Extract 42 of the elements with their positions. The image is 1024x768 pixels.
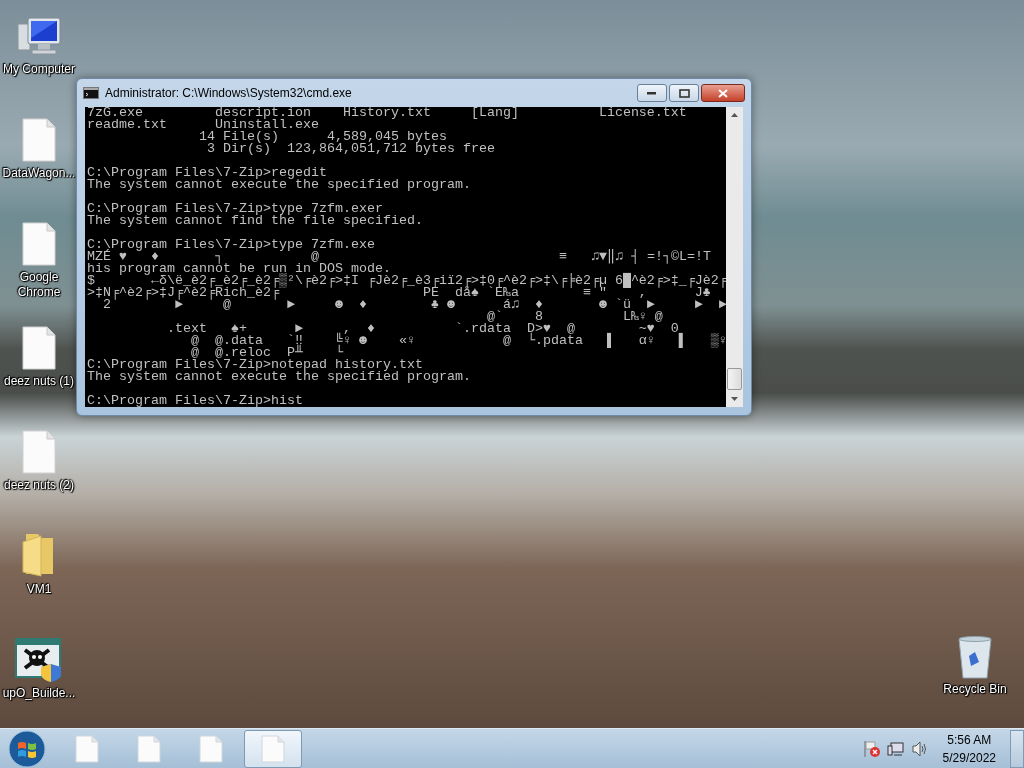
console-line: @` 8 L₧♀ @ <box>486 309 663 324</box>
scroll-thumb[interactable] <box>727 368 742 390</box>
vertical-scrollbar[interactable] <box>726 107 743 407</box>
console-line: 14 File(s) 4,589,045 bytes <box>197 129 447 144</box>
taskbar-button[interactable] <box>244 729 302 768</box>
document-icon <box>137 734 161 763</box>
start-button[interactable] <box>8 729 46 768</box>
maximize-icon <box>678 88 690 98</box>
recycle-bin-icon[interactable] <box>957 636 993 680</box>
speaker-icon[interactable] <box>910 739 929 758</box>
close-icon <box>718 88 728 98</box>
console-line: C:\Program Files\7-Zip>type 7zfm.exer <box>87 201 383 216</box>
clock-time: 5:56 AM <box>947 731 992 749</box>
icon-label[interactable]: VM1 <box>26 582 52 597</box>
document-icon[interactable] <box>22 118 56 162</box>
document-icon <box>261 734 285 763</box>
minimize-button[interactable] <box>637 84 667 102</box>
maximize-button[interactable] <box>669 84 699 102</box>
document-icon <box>199 734 223 763</box>
console-line: C:\Program Files\7-Zip>type 7zfm.exe <box>87 237 375 252</box>
icon-label[interactable]: My Computer <box>3 62 75 77</box>
network-icon[interactable] <box>886 739 905 758</box>
document-icon <box>75 734 99 763</box>
window-title: Administrator: C:\Windows\System32\cmd.exe <box>105 86 353 100</box>
close-button[interactable] <box>701 84 745 102</box>
console-line: C:\Program Files\7-Zip>notepad history.txt <box>87 357 423 372</box>
flag-error-icon[interactable] <box>862 739 881 758</box>
icon-label[interactable]: Google Chrome <box>1 270 77 300</box>
console-icon <box>83 87 99 99</box>
icon-label[interactable]: upO_Builde... <box>2 686 76 701</box>
folder-icon[interactable] <box>22 532 56 578</box>
minimize-icon <box>647 91 657 95</box>
console-line: 7zG.exe descript.ion History.txt [Lang] License.txt <box>87 107 687 120</box>
icon-label[interactable]: Recycle Bin <box>943 682 1007 697</box>
console-line: C:\Program Files\7-Zip>hist <box>87 393 303 407</box>
clock[interactable]: 5:56 AM 5/29/2022 <box>942 730 996 767</box>
document-icon[interactable] <box>22 222 56 266</box>
program-icon[interactable] <box>15 638 63 682</box>
console-line: C:\Program Files\7-Zip>regedit <box>87 165 327 180</box>
document-icon[interactable] <box>22 326 56 370</box>
icon-label[interactable]: deez nuts (1) <box>3 374 74 389</box>
clock-date: 5/29/2022 <box>942 749 996 767</box>
